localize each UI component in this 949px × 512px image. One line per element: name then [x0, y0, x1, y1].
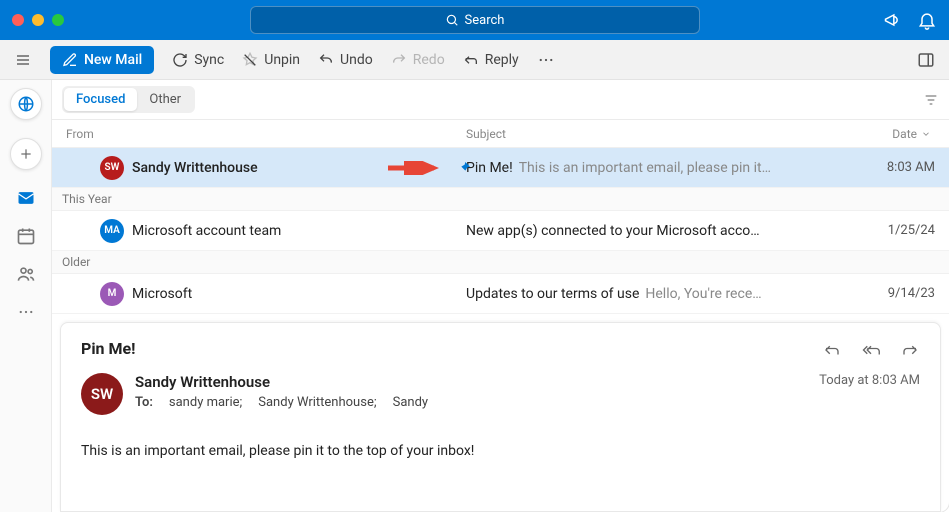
- calendar-icon: [16, 226, 36, 246]
- more-icon[interactable]: [537, 51, 555, 69]
- recipient: sandy marie;: [169, 395, 242, 410]
- avatar: M: [100, 282, 124, 306]
- toolbar: New Mail Sync Unpin Undo Redo Reply: [0, 40, 949, 80]
- unpin-label: Unpin: [264, 52, 300, 68]
- to-label: To:: [135, 395, 153, 410]
- mail-icon: [16, 188, 36, 208]
- message-row-pinned[interactable]: SW Sandy Writtenhouse Pin Me! This is an…: [52, 148, 949, 188]
- col-date[interactable]: Date: [855, 127, 935, 141]
- redo-button: Redo: [391, 52, 445, 68]
- filter-icon[interactable]: [923, 92, 939, 108]
- megaphone-icon[interactable]: [883, 10, 903, 30]
- reply-icon[interactable]: [822, 341, 842, 359]
- pin-icon[interactable]: [456, 160, 472, 176]
- from-name: Microsoft: [132, 286, 192, 302]
- nav-sidebar: [0, 80, 52, 512]
- nav-mail[interactable]: [16, 188, 36, 208]
- new-mail-button[interactable]: New Mail: [50, 46, 154, 74]
- search-icon: [445, 13, 459, 27]
- new-mail-label: New Mail: [84, 52, 142, 68]
- chevron-down-icon: [921, 129, 931, 139]
- col-subject[interactable]: Subject: [466, 127, 855, 141]
- reading-pane: Pin Me! SW Sandy Writtenhouse To: sandy …: [60, 322, 941, 512]
- reading-sender: Sandy Writtenhouse: [135, 373, 807, 391]
- plus-icon: [19, 147, 33, 161]
- nav-people[interactable]: [16, 264, 36, 284]
- reading-subject: Pin Me!: [81, 339, 135, 358]
- main: Focused Other From Subject Date SW Sandy…: [0, 80, 949, 512]
- from-name: Microsoft account team: [132, 223, 281, 239]
- tab-focused[interactable]: Focused: [64, 88, 137, 111]
- nav-calendar[interactable]: [16, 226, 36, 246]
- search-input[interactable]: Search: [250, 6, 700, 34]
- recipient: Sandy: [393, 395, 428, 410]
- column-headers: From Subject Date: [52, 120, 949, 148]
- date: 9/14/23: [855, 286, 935, 301]
- reading-time: Today at 8:03 AM: [819, 373, 920, 415]
- tab-other[interactable]: Other: [137, 88, 193, 111]
- compose-icon: [62, 52, 78, 68]
- sync-icon: [172, 52, 188, 68]
- bell-icon[interactable]: [917, 10, 937, 30]
- message-list: SW Sandy Writtenhouse Pin Me! This is an…: [52, 148, 949, 318]
- window-controls: [12, 14, 64, 26]
- message-row[interactable]: MA Microsoft account team New app(s) con…: [52, 211, 949, 251]
- date: 8:03 AM: [855, 160, 935, 175]
- from-name: Sandy Writtenhouse: [132, 160, 258, 176]
- undo-icon: [318, 52, 334, 68]
- avatar: SW: [100, 156, 124, 180]
- subject: New app(s) connected to your Microsoft a…: [466, 223, 760, 239]
- reading-body: This is an important email, please pin i…: [81, 443, 920, 459]
- arrow-indicator: [386, 161, 446, 175]
- add-account[interactable]: [10, 138, 42, 170]
- reply-label: Reply: [485, 52, 519, 68]
- close-window[interactable]: [12, 14, 24, 26]
- subject: Pin Me!: [466, 160, 513, 176]
- reply-icon: [463, 52, 479, 68]
- message-row[interactable]: MA Microsoft account team New app(s) con…: [52, 314, 949, 318]
- people-icon: [16, 264, 36, 284]
- unpin-icon: [242, 52, 258, 68]
- preview: This is an important email, please pin i…: [519, 160, 771, 176]
- undo-label: Undo: [340, 52, 373, 68]
- sync-button[interactable]: Sync: [172, 52, 224, 68]
- preview: Hello, You're rece…: [645, 286, 761, 302]
- account-globe[interactable]: [10, 88, 42, 120]
- globe-icon: [17, 95, 35, 113]
- undo-button[interactable]: Undo: [318, 52, 373, 68]
- content-column: Focused Other From Subject Date SW Sandy…: [52, 80, 949, 512]
- redo-label: Redo: [413, 52, 445, 68]
- reply-button[interactable]: Reply: [463, 52, 519, 68]
- minimize-window[interactable]: [32, 14, 44, 26]
- menu-icon[interactable]: [14, 52, 32, 68]
- col-from[interactable]: From: [66, 127, 466, 141]
- section-this-year: This Year: [52, 188, 949, 211]
- section-older: Older: [52, 251, 949, 274]
- reply-all-icon[interactable]: [860, 341, 882, 359]
- avatar: MA: [100, 219, 124, 243]
- nav-more[interactable]: [16, 302, 36, 322]
- date: 1/25/24: [855, 223, 935, 238]
- redo-icon: [391, 52, 407, 68]
- focused-other-tabs: Focused Other: [62, 86, 195, 113]
- maximize-window[interactable]: [52, 14, 64, 26]
- message-row[interactable]: M Microsoft Updates to our terms of use …: [52, 274, 949, 314]
- subject: Updates to our terms of use: [466, 286, 639, 302]
- unpin-button[interactable]: Unpin: [242, 52, 300, 68]
- tabs-row: Focused Other: [52, 80, 949, 120]
- panel-toggle-icon[interactable]: [917, 51, 935, 69]
- more-icon: [17, 303, 35, 321]
- forward-icon[interactable]: [900, 341, 920, 359]
- sync-label: Sync: [194, 52, 224, 68]
- reading-avatar: SW: [81, 373, 123, 415]
- titlebar: Search: [0, 0, 949, 40]
- recipient: Sandy Writtenhouse;: [258, 395, 376, 410]
- search-placeholder: Search: [465, 13, 505, 28]
